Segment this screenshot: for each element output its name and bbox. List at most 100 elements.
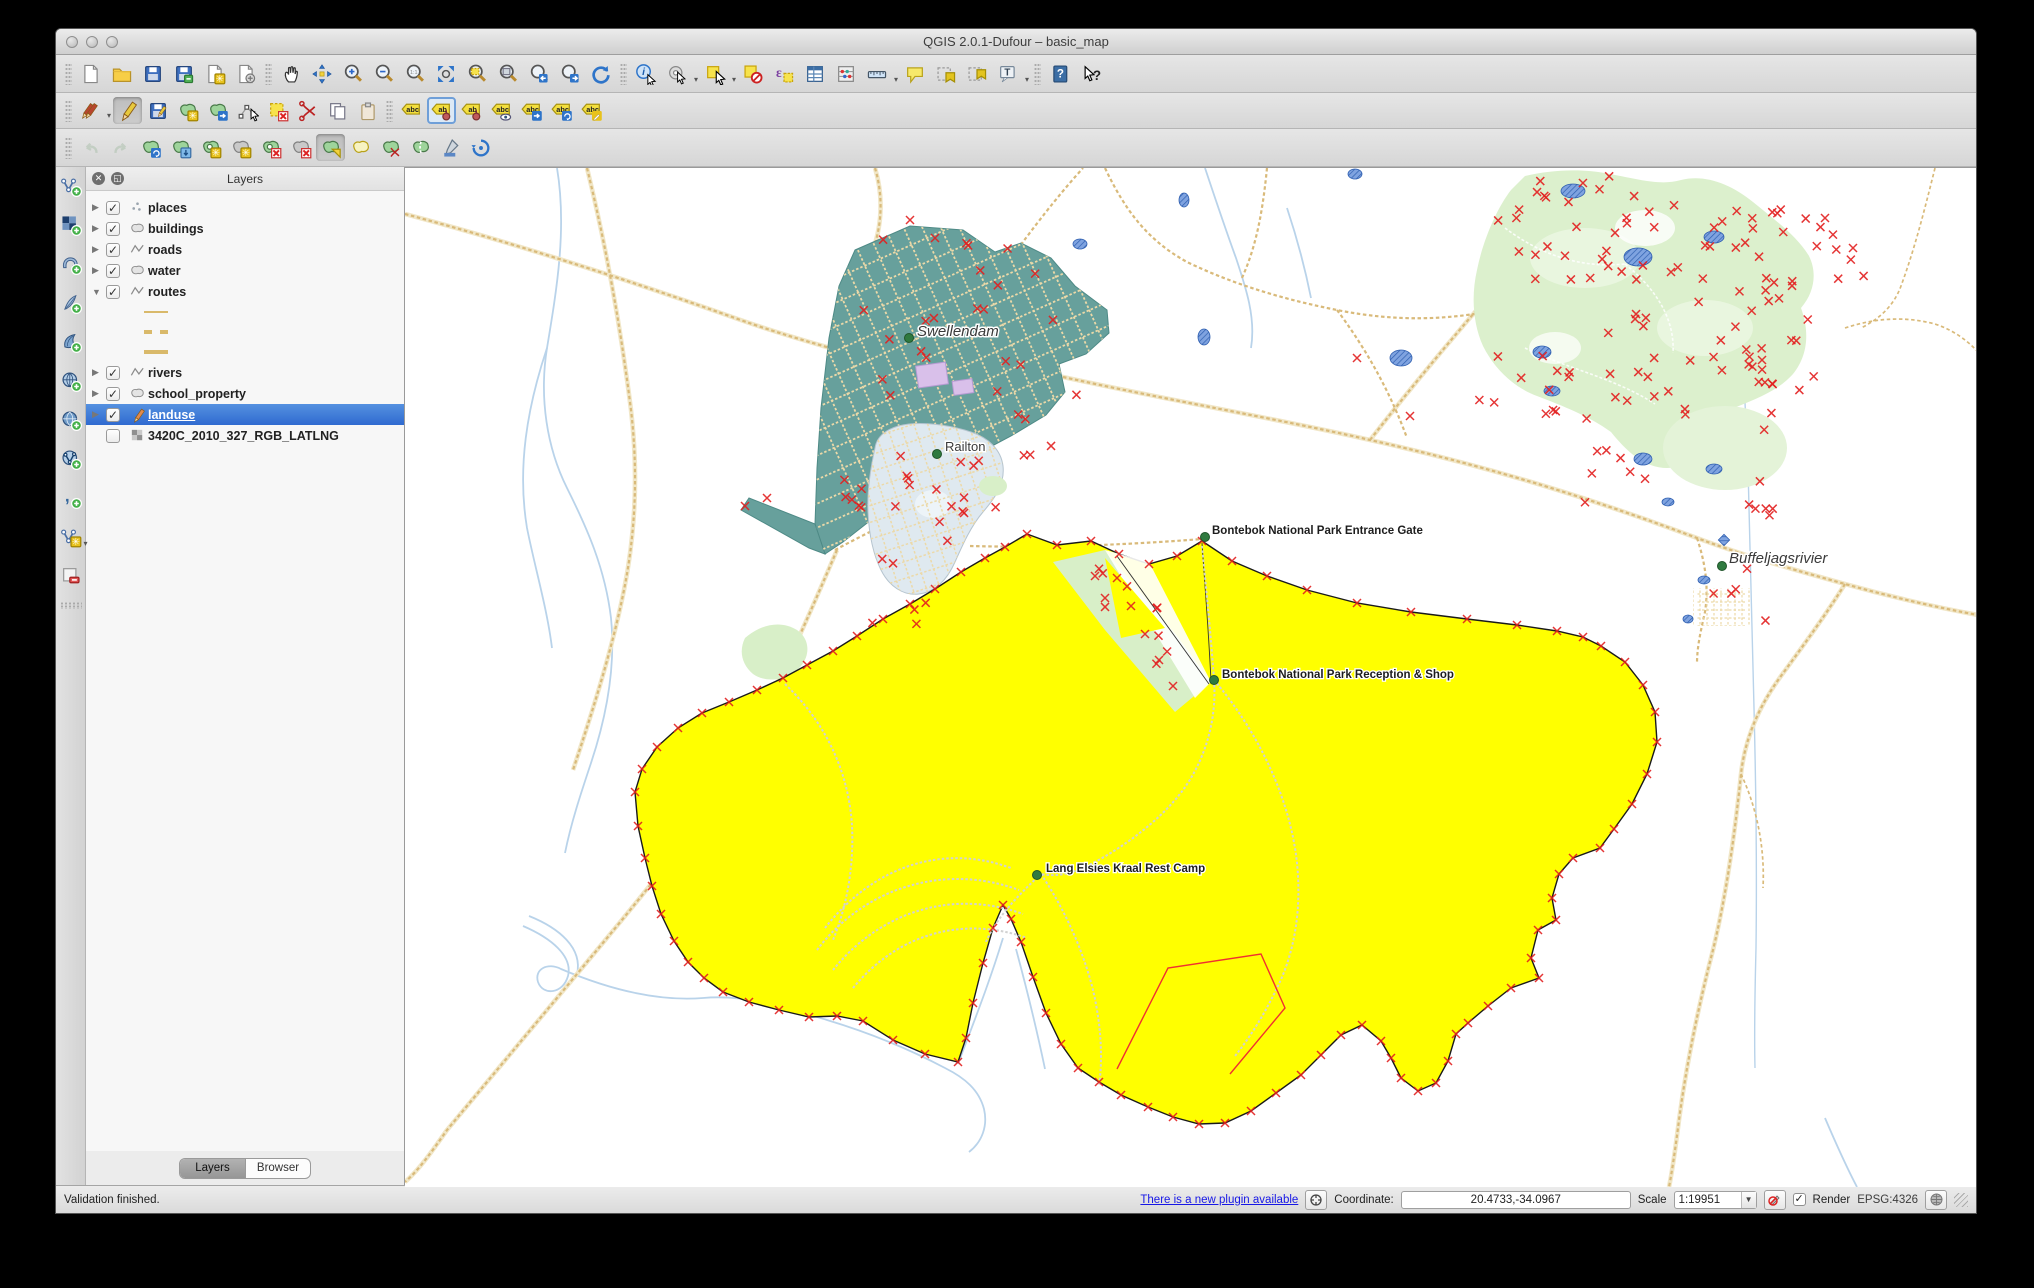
zoom-full-button[interactable] xyxy=(431,60,461,88)
add-mssql-layer-button[interactable] xyxy=(58,329,84,355)
add-postgis-layer-button[interactable] xyxy=(58,251,84,277)
layer-expander-icon[interactable]: ▶ xyxy=(92,244,104,255)
refresh-map-button[interactable] xyxy=(586,60,616,88)
tab-layers[interactable]: Layers xyxy=(180,1158,245,1178)
layer-item-roads[interactable]: ▶ ✓ roads xyxy=(86,239,404,260)
add-part-button[interactable]: ✳ xyxy=(226,134,255,161)
composer-manager-button[interactable] xyxy=(231,60,261,88)
rotate-feature-button[interactable] xyxy=(136,134,165,161)
select-by-expression-button[interactable]: ε xyxy=(769,60,799,88)
zoom-out-button[interactable] xyxy=(369,60,399,88)
new-vector-layer-button[interactable]: ✳ xyxy=(58,524,88,550)
field-calculator-button[interactable] xyxy=(831,60,861,88)
layer-visibility-checkbox[interactable] xyxy=(106,428,120,443)
add-delimited-text-layer-button[interactable]: , xyxy=(58,485,84,511)
chevron-down-icon[interactable]: ▼ xyxy=(1740,1191,1756,1208)
reshape-features-button[interactable] xyxy=(316,134,345,161)
zoom-next-button[interactable] xyxy=(555,60,585,88)
layer-item-buildings[interactable]: ▶ ✓ buildings xyxy=(86,218,404,239)
run-feature-action-button[interactable] xyxy=(662,60,698,88)
current-edits-button[interactable] xyxy=(76,97,111,124)
layer-visibility-checkbox[interactable]: ✓ xyxy=(106,284,120,299)
layer-visibility-checkbox[interactable]: ✓ xyxy=(106,263,120,278)
layer-visibility-checkbox[interactable]: ✓ xyxy=(106,407,120,422)
layer-visibility-checkbox[interactable]: ✓ xyxy=(106,242,120,257)
stop-render-icon[interactable] xyxy=(1763,1189,1786,1210)
save-layer-edits-button[interactable] xyxy=(143,97,172,124)
add-wms-layer-button[interactable] xyxy=(58,368,84,394)
simplify-feature-button[interactable] xyxy=(166,134,195,161)
coordinate-input[interactable]: 20.4733,-34.0967 xyxy=(1400,1190,1631,1209)
tab-browser[interactable]: Browser xyxy=(245,1158,310,1178)
zoom-to-layer-button[interactable] xyxy=(493,60,523,88)
layer-visibility-checkbox[interactable]: ✓ xyxy=(106,221,120,236)
plugin-available-link[interactable]: There is a new plugin available xyxy=(1140,1194,1298,1206)
zoom-last-button[interactable] xyxy=(524,60,554,88)
rotate-point-symbols-button[interactable] xyxy=(466,134,495,161)
plugin-icon[interactable] xyxy=(1305,1189,1328,1210)
add-feature-button[interactable]: ✳ xyxy=(173,97,202,124)
add-wfs-layer-button[interactable] xyxy=(58,446,84,472)
new-bookmark-button[interactable] xyxy=(931,60,961,88)
pan-map-button[interactable] xyxy=(276,60,306,88)
layer-item-3420C_2010_327_RGB_LATLNG[interactable]: 3420C_2010_327_RGB_LATLNG xyxy=(86,425,404,446)
add-wcs-layer-button[interactable] xyxy=(58,407,84,433)
layer-item-school_property[interactable]: ▶ ✓ school_property xyxy=(86,383,404,404)
map-tips-button[interactable] xyxy=(900,60,930,88)
copy-features-button[interactable] xyxy=(323,97,352,124)
add-spatialite-layer-button[interactable] xyxy=(58,290,84,316)
redo-button[interactable] xyxy=(106,134,135,161)
layer-labeling-options-button[interactable]: abc xyxy=(397,97,426,124)
layer-item-landuse[interactable]: ▶ ✓ landuse xyxy=(86,404,404,425)
layer-item-routes[interactable]: ▼ ✓ routes xyxy=(86,281,404,302)
add-ring-button[interactable]: ✳ xyxy=(196,134,225,161)
move-feature-button[interactable] xyxy=(203,97,232,124)
zoom-native-button[interactable]: 1:1 xyxy=(400,60,430,88)
zoom-in-button[interactable] xyxy=(338,60,368,88)
merge-attributes-button[interactable] xyxy=(436,134,465,161)
highlight-pinned-labels-button[interactable]: ab xyxy=(457,97,486,124)
undo-button[interactable] xyxy=(76,134,105,161)
delete-ring-button[interactable] xyxy=(256,134,285,161)
deselect-features-button[interactable] xyxy=(738,60,768,88)
layer-expander-icon[interactable]: ▼ xyxy=(92,287,104,297)
resize-grip[interactable] xyxy=(1954,1192,1968,1207)
layer-expander-icon[interactable]: ▶ xyxy=(92,202,104,213)
change-label-button[interactable]: abc xyxy=(577,97,606,124)
delete-selected-button[interactable] xyxy=(263,97,292,124)
layer-expander-icon[interactable]: ▶ xyxy=(92,223,104,234)
layer-expander-icon[interactable]: ▶ xyxy=(92,409,104,420)
open-attribute-table-button[interactable] xyxy=(800,60,830,88)
pan-to-selection-button[interactable] xyxy=(307,60,337,88)
layer-expander-icon[interactable]: ▶ xyxy=(92,265,104,276)
merge-features-button[interactable] xyxy=(406,134,435,161)
paste-features-button[interactable] xyxy=(353,97,382,124)
layer-visibility-checkbox[interactable]: ✓ xyxy=(106,365,120,380)
save-project-as-button[interactable] xyxy=(169,60,199,88)
zoom-to-selection-button[interactable] xyxy=(462,60,492,88)
title-bar[interactable]: QGIS 2.0.1-Dufour – basic_map xyxy=(56,29,1976,55)
measure-button[interactable] xyxy=(862,60,898,88)
save-project-button[interactable] xyxy=(138,60,168,88)
remove-layer-button[interactable] xyxy=(58,563,84,589)
new-composer-button[interactable]: ✳ xyxy=(200,60,230,88)
show-hide-labels-button[interactable]: abc xyxy=(487,97,516,124)
toggle-editing-button[interactable] xyxy=(113,97,142,124)
layer-expander-icon[interactable]: ▶ xyxy=(92,367,104,378)
add-vector-layer-button[interactable] xyxy=(58,173,84,199)
layer-visibility-checkbox[interactable]: ✓ xyxy=(106,200,120,215)
layer-expander-icon[interactable]: ▶ xyxy=(92,388,104,399)
map-canvas[interactable]: Swellendam Railton Bontebok National Park … xyxy=(405,167,1976,1187)
node-tool-button[interactable] xyxy=(233,97,262,124)
whats-this-button[interactable]: ? xyxy=(1076,60,1106,88)
select-features-button[interactable] xyxy=(700,60,736,88)
layer-item-places[interactable]: ▶ ✓ places xyxy=(86,197,404,218)
open-project-button[interactable] xyxy=(107,60,137,88)
offset-curve-button[interactable] xyxy=(346,134,375,161)
layer-visibility-checkbox[interactable]: ✓ xyxy=(106,386,120,401)
new-project-button[interactable] xyxy=(76,60,106,88)
cut-features-button[interactable] xyxy=(293,97,322,124)
split-features-button[interactable] xyxy=(376,134,405,161)
layer-item-rivers[interactable]: ▶ ✓ rivers xyxy=(86,362,404,383)
render-checkbox[interactable]: ✓ xyxy=(1792,1193,1806,1206)
